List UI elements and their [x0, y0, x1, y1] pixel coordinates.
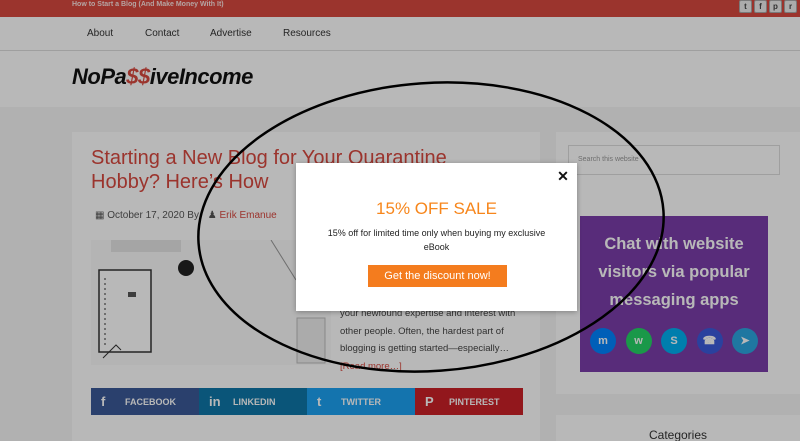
- get-discount-button[interactable]: Get the discount now!: [368, 265, 507, 287]
- popup-title: 15% OFF SALE: [376, 199, 497, 218]
- discount-popup: ✕ 15% OFF SALE 15% off for limited time …: [296, 163, 577, 311]
- close-icon[interactable]: ✕: [555, 168, 571, 184]
- popup-body: 15% off for limited time only when buyin…: [327, 228, 546, 252]
